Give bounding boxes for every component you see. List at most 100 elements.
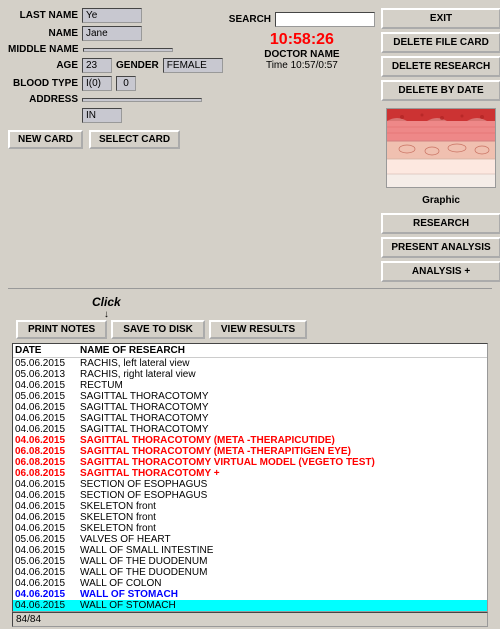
blood-label: BLOOD TYPE bbox=[8, 78, 78, 89]
list-item-name: WALL OF STOMACH bbox=[80, 600, 485, 611]
list-item[interactable]: 04.06.2015SECTION OF ESOPHAGUS bbox=[13, 479, 487, 490]
research-list: DATE NAME OF RESEARCH 05.06.2015RACHIS, … bbox=[12, 343, 488, 612]
gender-value: FEMALE bbox=[163, 58, 223, 73]
list-item-date: 06.08.2015 bbox=[15, 446, 80, 457]
list-item[interactable]: 05.06.2015WALL OF THE DUODENUM bbox=[13, 556, 487, 567]
save-to-disk-button[interactable]: SAVE TO DISK bbox=[111, 320, 205, 339]
list-item[interactable]: 05.06.2013RACHIS, right lateral view bbox=[13, 369, 487, 380]
list-item-name: WALL OF COLON bbox=[80, 578, 485, 589]
delete-by-date-button[interactable]: DELETE BY DATE bbox=[381, 80, 500, 101]
list-item[interactable]: 04.06.2015WALL OF COLON bbox=[13, 578, 487, 589]
list-item-date: 05.06.2015 bbox=[15, 556, 80, 567]
age-value: 23 bbox=[82, 58, 112, 73]
time-display: 10:58:26 bbox=[270, 31, 334, 49]
view-results-button[interactable]: VIEW RESULTS bbox=[209, 320, 307, 339]
list-item-date: 04.06.2015 bbox=[15, 380, 80, 391]
delete-file-card-button[interactable]: DELETE FILE CARD bbox=[381, 32, 500, 53]
select-card-button[interactable]: SELECT CARD bbox=[89, 130, 180, 149]
list-item-date: 04.06.2015 bbox=[15, 435, 80, 446]
list-item-date: 04.06.2015 bbox=[15, 523, 80, 534]
list-item-name: RACHIS, left lateral view bbox=[80, 358, 485, 369]
search-label: SEARCH bbox=[229, 14, 271, 25]
list-item-name: WALL OF SMALL INTESTINE bbox=[80, 545, 485, 556]
exit-button[interactable]: EXIT bbox=[381, 8, 500, 29]
list-item-name: SAGITTAL THORACOTOMY VIRTUAL MODEL (VEGE… bbox=[80, 457, 485, 468]
research-button[interactable]: RESEARCH bbox=[381, 213, 500, 234]
list-item[interactable]: 04.06.2015SECTION OF ESOPHAGUS bbox=[13, 490, 487, 501]
time-small: Time 10:57/0:57 bbox=[266, 60, 338, 71]
new-card-button[interactable]: NEW CARD bbox=[8, 130, 83, 149]
list-item-name: SAGITTAL THORACOTOMY (META -THERAPITIGEN… bbox=[80, 446, 485, 457]
list-item[interactable]: 06.08.2015SAGITTAL THORACOTOMY VIRTUAL M… bbox=[13, 457, 487, 468]
list-item[interactable]: 04.06.2015SKELETON front bbox=[13, 523, 487, 534]
list-item-date: 04.06.2015 bbox=[15, 589, 80, 600]
list-item-name: SAGITTAL THORACOTOMY bbox=[80, 391, 485, 402]
list-item-date: 05.06.2013 bbox=[15, 369, 80, 380]
name-label: NAME bbox=[8, 28, 78, 39]
list-item-name: SKELETON front bbox=[80, 523, 485, 534]
list-item-date: 05.06.2015 bbox=[15, 534, 80, 545]
present-analysis-button[interactable]: PRESENT ANALYSIS bbox=[381, 237, 500, 258]
age-label: AGE bbox=[8, 60, 78, 71]
list-item-name: SAGITTAL THORACOTOMY (META -THERAPICUTID… bbox=[80, 435, 485, 446]
blood-type-value: I(0) bbox=[82, 76, 112, 91]
address-value bbox=[82, 98, 202, 102]
list-item-name: WALL OF THE DUODENUM bbox=[80, 556, 485, 567]
list-item-date: 04.06.2015 bbox=[15, 567, 80, 578]
list-item-date: 06.08.2015 bbox=[15, 457, 80, 468]
analysis-plus-button[interactable]: ANALYSIS + bbox=[381, 261, 500, 282]
list-item[interactable]: 04.06.2015WALL OF THE DUODENUM bbox=[13, 567, 487, 578]
list-item[interactable]: 04.06.2015SAGITTAL THORACOTOMY (META -TH… bbox=[13, 435, 487, 446]
list-item-name: SAGITTAL THORACOTOMY bbox=[80, 424, 485, 435]
list-item[interactable]: 04.06.2015SKELETON front bbox=[13, 512, 487, 523]
list-item[interactable]: 06.08.2015SAGITTAL THORACOTOMY + bbox=[13, 468, 487, 479]
list-item-name: SECTION OF ESOPHAGUS bbox=[80, 479, 485, 490]
list-item[interactable]: 04.06.2015RECTUM bbox=[13, 380, 487, 391]
blood-zero-value: 0 bbox=[116, 76, 136, 91]
middle-name-value bbox=[83, 48, 173, 52]
graphic-image bbox=[386, 108, 496, 188]
list-item[interactable]: 05.06.2015RACHIS, left lateral view bbox=[13, 358, 487, 369]
search-input[interactable] bbox=[275, 12, 375, 27]
list-item[interactable]: 05.06.2015VALVES OF HEART bbox=[13, 534, 487, 545]
list-item-date: 05.06.2015 bbox=[15, 358, 80, 369]
list-item[interactable]: 04.06.2015SAGITTAL THORACOTOMY bbox=[13, 413, 487, 424]
list-item-date: 04.06.2015 bbox=[15, 490, 80, 501]
list-item-date: 04.06.2015 bbox=[15, 413, 80, 424]
list-item-date: 04.06.2015 bbox=[15, 479, 80, 490]
graphic-label: Graphic bbox=[381, 195, 500, 206]
list-item[interactable]: 04.06.2015WALL OF STOMACH bbox=[13, 589, 487, 600]
list-item[interactable]: 04.06.2015SKELETON front bbox=[13, 501, 487, 512]
gender-label: GENDER bbox=[116, 60, 159, 71]
list-item-name: RACHIS, right lateral view bbox=[80, 369, 485, 380]
list-item-date: 04.06.2015 bbox=[15, 501, 80, 512]
list-item[interactable]: 04.06.2015WALL OF STOMACH bbox=[13, 600, 487, 611]
separator bbox=[8, 288, 492, 289]
list-item-name: SAGITTAL THORACOTOMY + bbox=[80, 468, 485, 479]
status-bar: 84/84 bbox=[12, 612, 488, 627]
click-label: Click bbox=[92, 295, 121, 309]
list-item-date: 06.08.2015 bbox=[15, 468, 80, 479]
list-header-name: NAME OF RESEARCH bbox=[80, 345, 485, 356]
list-item-date: 04.06.2015 bbox=[15, 600, 80, 611]
list-item[interactable]: 04.06.2015SAGITTAL THORACOTOMY bbox=[13, 402, 487, 413]
list-item-name: SKELETON front bbox=[80, 501, 485, 512]
address-label: ADDRESS bbox=[8, 94, 78, 105]
list-item[interactable]: 04.06.2015WALL OF SMALL INTESTINE bbox=[13, 545, 487, 556]
name-value: Jane bbox=[82, 26, 142, 41]
list-header-date: DATE bbox=[15, 345, 80, 356]
in-value: IN bbox=[82, 108, 122, 123]
list-item-name: WALL OF STOMACH bbox=[80, 589, 485, 600]
list-item[interactable]: 05.06.2015SAGITTAL THORACOTOMY bbox=[13, 391, 487, 402]
list-item-name: RECTUM bbox=[80, 380, 485, 391]
doctor-label: DOCTOR NAME bbox=[264, 49, 339, 60]
delete-research-button[interactable]: DELETE RESEARCH bbox=[381, 56, 500, 77]
list-item-name: SAGITTAL THORACOTOMY bbox=[80, 413, 485, 424]
last-name-value: Ye bbox=[82, 8, 142, 23]
list-item[interactable]: 06.08.2015SAGITTAL THORACOTOMY (META -TH… bbox=[13, 446, 487, 457]
list-item[interactable]: 04.06.2015SAGITTAL THORACOTOMY bbox=[13, 424, 487, 435]
list-item-name: SAGITTAL THORACOTOMY bbox=[80, 402, 485, 413]
print-notes-button[interactable]: PRINT NOTES bbox=[16, 320, 107, 339]
list-item-date: 04.06.2015 bbox=[15, 402, 80, 413]
list-item-name: SECTION OF ESOPHAGUS bbox=[80, 490, 485, 501]
